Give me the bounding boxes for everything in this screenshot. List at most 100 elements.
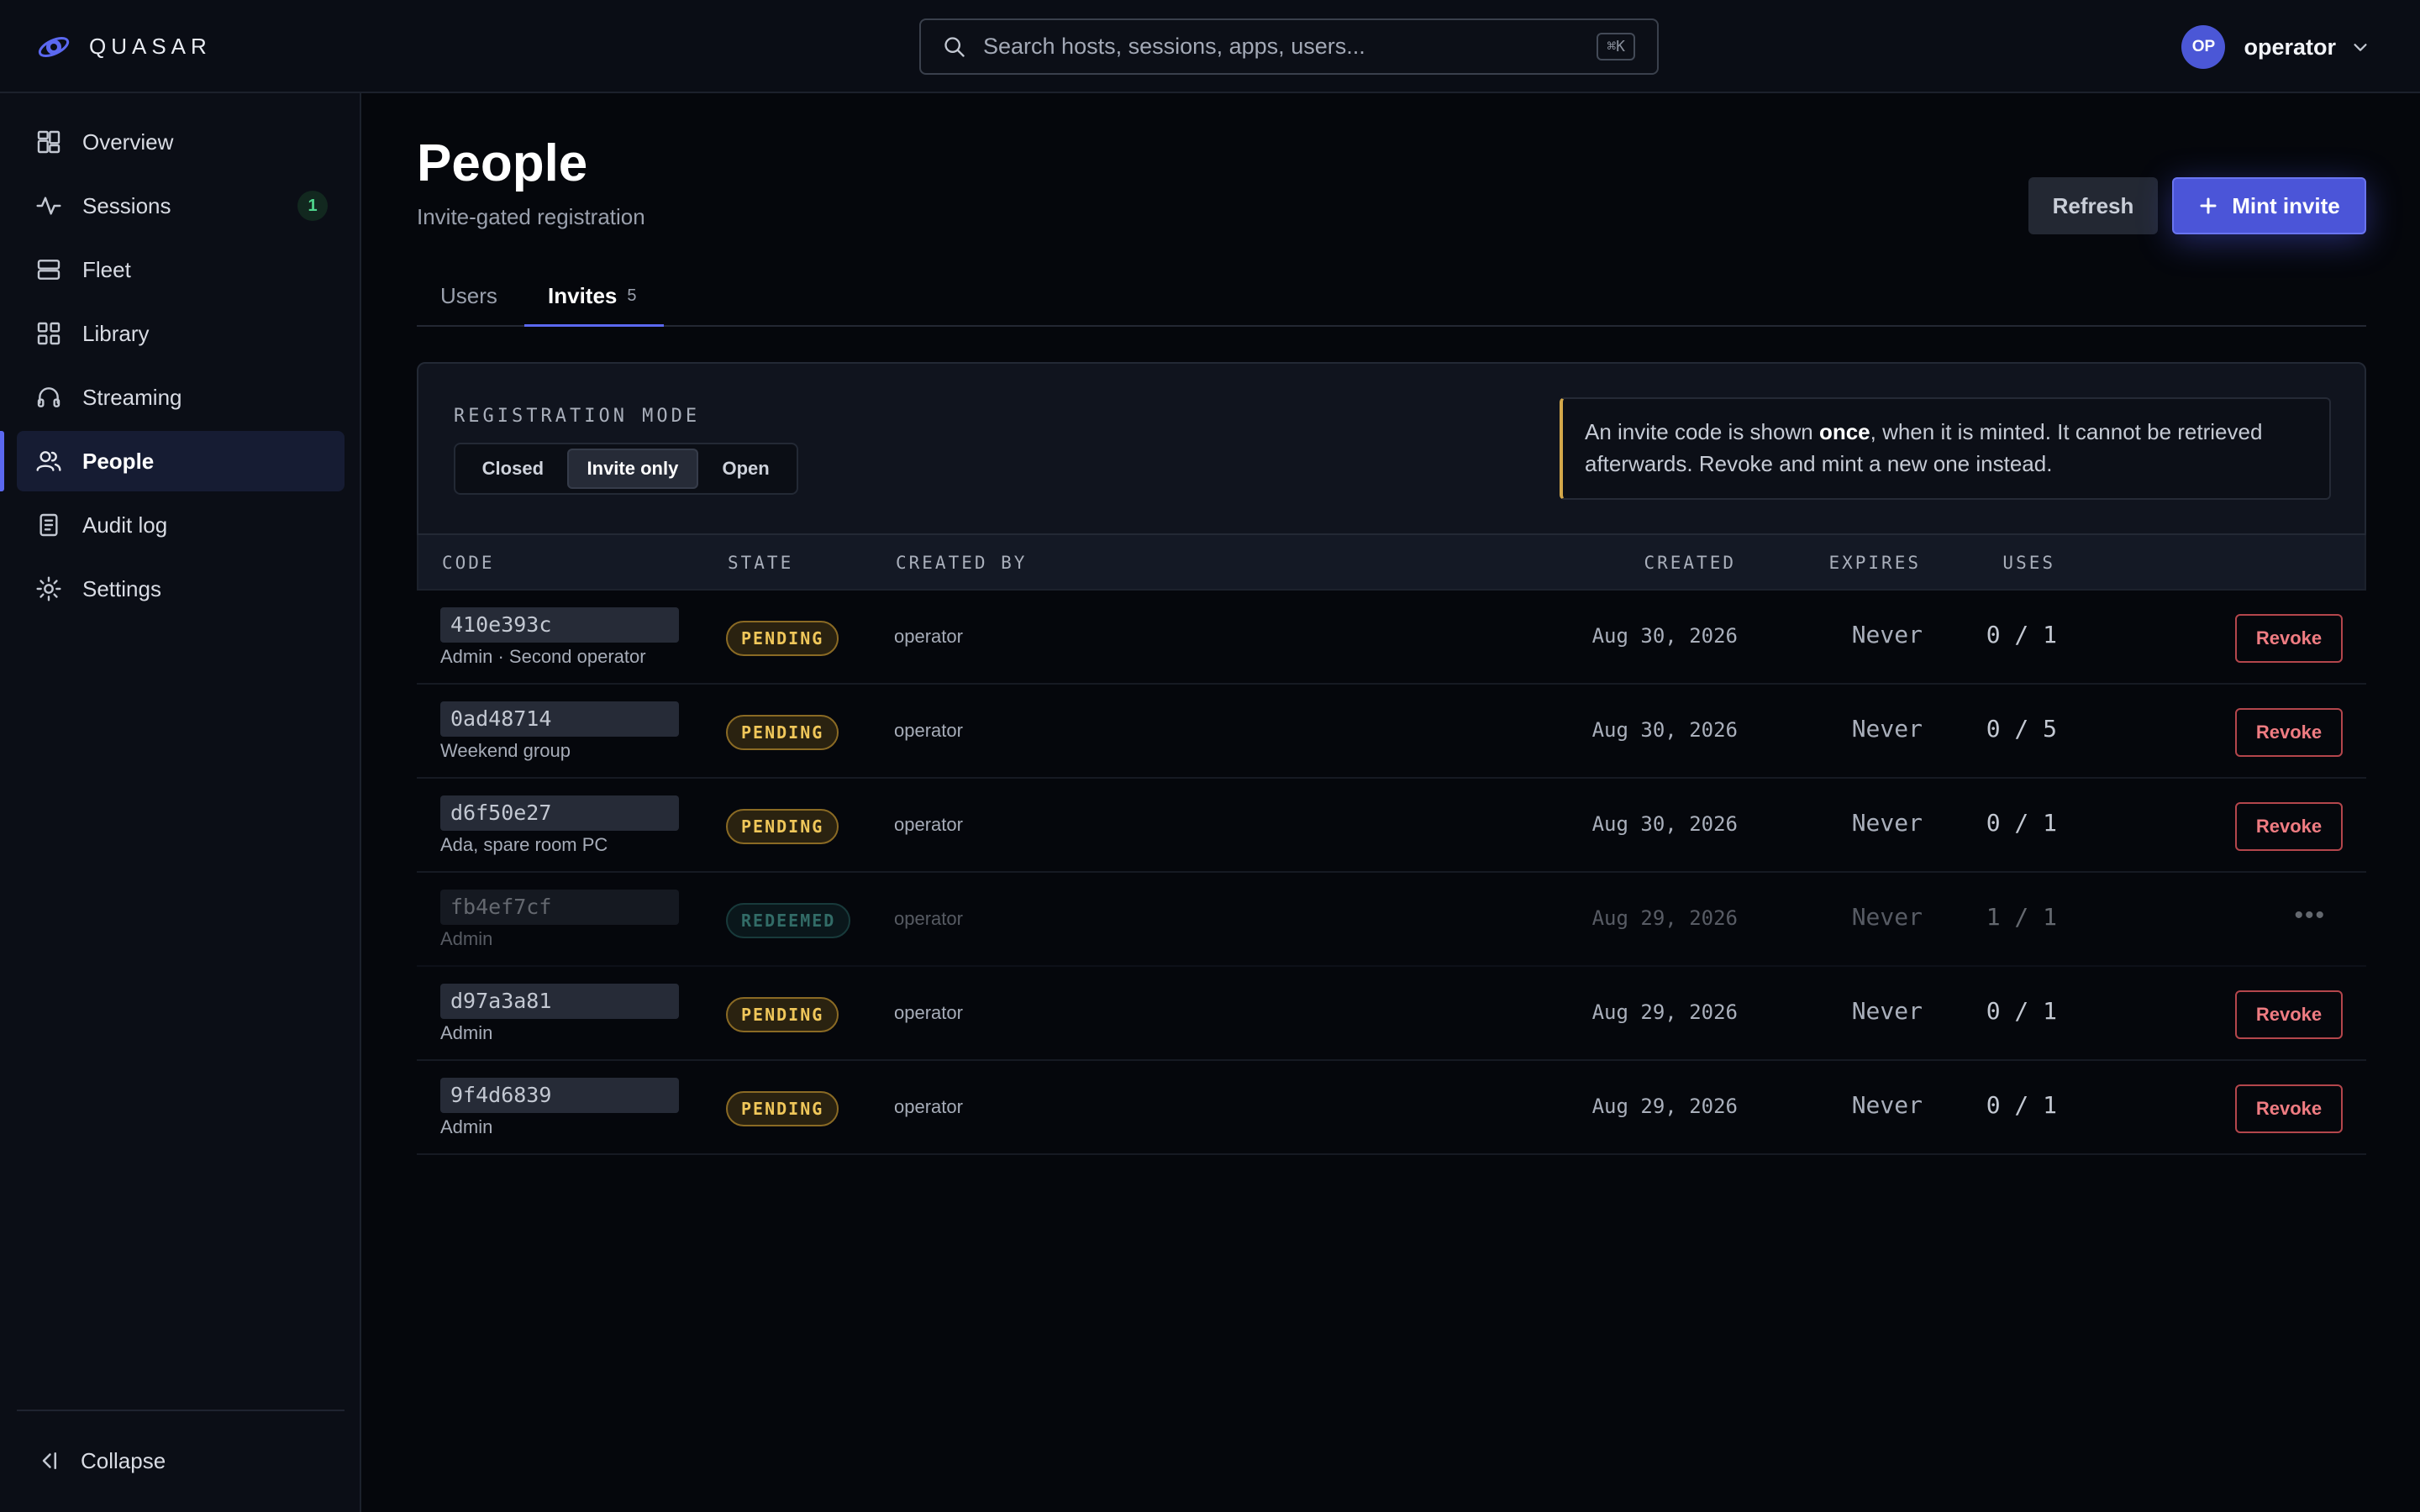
uses-count: 0 / 1 xyxy=(1986,997,2057,1025)
revoke-button[interactable]: Revoke xyxy=(2235,708,2343,757)
more-actions-icon[interactable]: ••• xyxy=(2294,901,2326,930)
notice-text-bold: once xyxy=(1818,419,1870,444)
table-row: d6f50e27 Ada, spare room PC PENDING operato… xyxy=(417,779,2366,873)
revoke-button[interactable]: Revoke xyxy=(2235,1084,2343,1133)
server-icon xyxy=(37,260,60,280)
sidebar-item-label: Audit log xyxy=(82,512,168,538)
created-date: Aug 30, 2026 xyxy=(1591,812,1738,836)
notice-text-pre: An invite code is shown xyxy=(1585,419,1819,444)
collapse-icon xyxy=(42,1452,56,1469)
sidebar-item-label: Settings xyxy=(82,575,161,601)
invite-note: Weekend group xyxy=(440,740,571,761)
created-date: Aug 30, 2026 xyxy=(1591,718,1738,742)
created-date: Aug 29, 2026 xyxy=(1591,906,1738,930)
sidebar-item-library[interactable]: Library xyxy=(17,303,345,364)
expires-value: Never xyxy=(1851,809,1923,837)
invite-code[interactable]: 410e393c xyxy=(440,607,679,643)
status-badge: PENDING xyxy=(726,997,839,1032)
top-bar: QUASAR Search hosts, sessions, apps, use… xyxy=(0,0,2420,93)
invite-code[interactable]: d97a3a81 xyxy=(440,984,679,1019)
invite-note: Admin xyxy=(440,1116,493,1137)
expires-value: Never xyxy=(1851,715,1923,743)
table-row: d97a3a81 Admin PENDING operator Aug 29, 2026… xyxy=(417,967,2366,1061)
registration-mode-switch: Closed Invite only Open xyxy=(454,443,798,495)
expires-value: Never xyxy=(1851,903,1923,931)
user-menu[interactable]: OP operator xyxy=(2181,25,2370,69)
tab-users[interactable]: Users xyxy=(440,280,497,327)
uses-count: 1 / 1 xyxy=(1986,903,2057,931)
mode-open-option[interactable]: Open xyxy=(698,449,793,489)
invite-code[interactable]: 9f4d6839 xyxy=(440,1078,679,1113)
created-date: Aug 29, 2026 xyxy=(1591,1095,1738,1118)
column-header-code: CODE xyxy=(442,553,495,573)
sidebar-item-label: Overview xyxy=(82,129,174,155)
app-logo[interactable]: QUASAR xyxy=(37,30,212,62)
table-row: fb4ef7cf Admin REDEEMED operator Aug 29, 202… xyxy=(417,873,2366,967)
collapse-label: Collapse xyxy=(81,1447,166,1473)
avatar: OP xyxy=(2181,25,2226,69)
mint-invite-button[interactable]: Mint invite xyxy=(2172,177,2366,234)
document-icon xyxy=(39,513,58,537)
invite-code[interactable]: fb4ef7cf xyxy=(440,890,679,925)
column-header-created: CREATED xyxy=(1644,553,1736,573)
users-icon xyxy=(36,451,61,471)
mode-closed-option[interactable]: Closed xyxy=(459,449,567,489)
sidebar-item-overview[interactable]: Overview xyxy=(17,112,345,172)
uses-count: 0 / 1 xyxy=(1986,809,2057,837)
tab-invites[interactable]: Invites 5 xyxy=(524,280,664,327)
created-by: operator xyxy=(894,814,963,835)
sidebar-item-sessions[interactable]: Sessions 1 xyxy=(17,176,345,236)
column-header-created-by: CREATED BY xyxy=(896,553,1028,573)
status-badge: PENDING xyxy=(726,715,839,750)
status-badge: PENDING xyxy=(726,621,839,656)
search-input[interactable]: Search hosts, sessions, apps, users... ⌘… xyxy=(919,18,1659,75)
created-by: operator xyxy=(894,1002,963,1023)
created-date: Aug 30, 2026 xyxy=(1591,624,1738,648)
sidebar-item-audit-log[interactable]: Audit log xyxy=(17,495,345,555)
mode-invite-only-option[interactable]: Invite only xyxy=(566,449,699,489)
sidebar-nav: Overview Sessions 1 Fleet Library Stream… xyxy=(0,93,361,1512)
sidebar-item-fleet[interactable]: Fleet xyxy=(17,239,345,300)
created-by: operator xyxy=(894,1096,963,1117)
registration-mode-panel: REGISTRATION MODE Closed Invite only Ope… xyxy=(417,362,2366,535)
chevron-down-icon xyxy=(2354,44,2367,51)
invite-note: Admin xyxy=(440,1022,493,1043)
column-header-state: STATE xyxy=(728,553,794,573)
sidebar-item-settings[interactable]: Settings xyxy=(17,559,345,619)
sidebar-item-streaming[interactable]: Streaming xyxy=(17,367,345,428)
search-icon xyxy=(944,36,965,57)
sessions-count-badge: 1 xyxy=(297,191,328,221)
sidebar-item-people[interactable]: People xyxy=(17,431,345,491)
revoke-button[interactable]: Revoke xyxy=(2235,990,2343,1039)
sidebar-item-label: Sessions xyxy=(82,192,171,218)
app-name: QUASAR xyxy=(89,33,212,59)
invite-note: Admin · Second operator xyxy=(440,646,646,667)
search-placeholder: Search hosts, sessions, apps, users... xyxy=(983,34,1365,59)
created-date: Aug 29, 2026 xyxy=(1591,1000,1738,1024)
revoke-button[interactable]: Revoke xyxy=(2235,802,2343,851)
invite-code[interactable]: 0ad48714 xyxy=(440,701,679,737)
sidebar-item-label: Library xyxy=(82,320,150,346)
grid-icon xyxy=(37,322,60,345)
search-shortcut: ⌘K xyxy=(1597,33,1635,60)
table-header: CODE STATE CREATED BY CREATED EXPIRES US… xyxy=(417,535,2366,591)
sidebar-divider xyxy=(17,1410,345,1411)
table-row: 9f4d6839 Admin PENDING operator Aug 29, 2026… xyxy=(417,1061,2366,1155)
tab-invites-count: 5 xyxy=(627,286,637,305)
table-body: 410e393c Admin · Second operator PENDING op… xyxy=(417,591,2366,1155)
user-name: operator xyxy=(2244,34,2336,60)
status-badge: REDEEMED xyxy=(726,903,851,938)
table-row: 0ad48714 Weekend group PENDING operator Aug … xyxy=(417,685,2366,779)
sidebar-item-label: Fleet xyxy=(82,256,131,282)
collapse-button[interactable]: Collapse xyxy=(17,1431,166,1491)
invite-note: Admin xyxy=(440,928,493,949)
created-by: operator xyxy=(894,720,963,741)
invite-code[interactable]: d6f50e27 xyxy=(440,795,679,831)
invite-notice: An invite code is shown once, when it is… xyxy=(1560,397,2331,500)
table-row: 410e393c Admin · Second operator PENDING op… xyxy=(417,591,2366,685)
page-title: People xyxy=(417,134,588,192)
revoke-button[interactable]: Revoke xyxy=(2235,614,2343,663)
mint-invite-label: Mint invite xyxy=(2232,192,2340,218)
refresh-button[interactable]: Refresh xyxy=(2028,177,2158,234)
status-badge: PENDING xyxy=(726,1091,839,1126)
